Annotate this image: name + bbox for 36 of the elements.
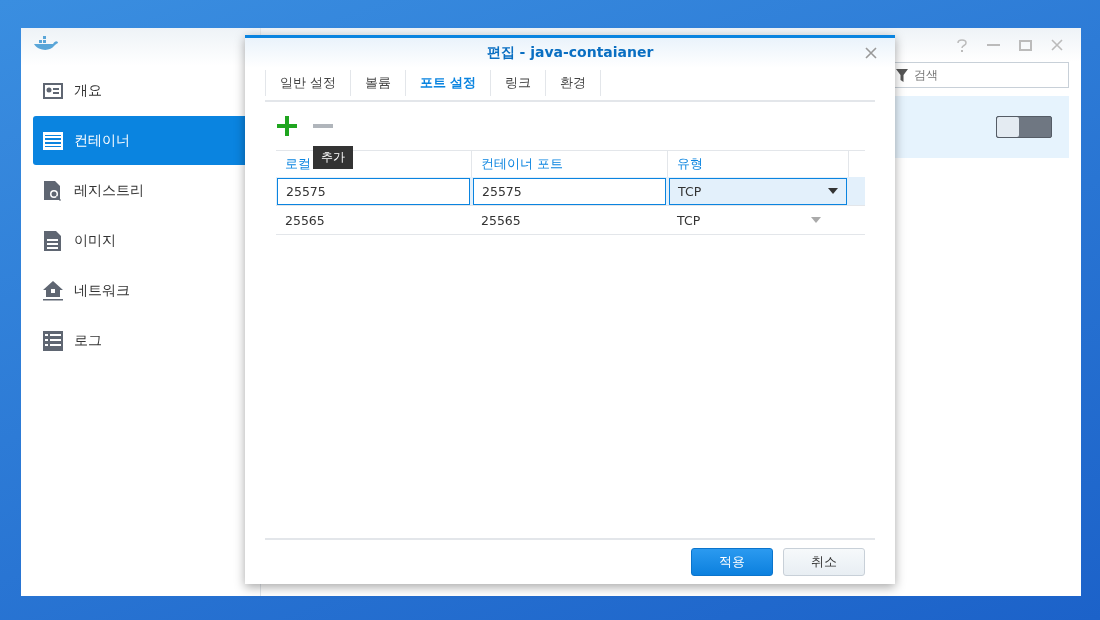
toggle-switch[interactable]	[996, 116, 1052, 138]
type-dropdown[interactable]: TCP	[669, 177, 847, 205]
port-field[interactable]: 25575	[277, 177, 470, 205]
tab[interactable]: 환경	[545, 70, 602, 96]
dialog-title: 편집 - java-contaianer	[486, 44, 654, 62]
table-cell: TCP	[677, 212, 701, 228]
sidebar-item[interactable]: 개요	[33, 66, 260, 115]
tab[interactable]: 포트 설정	[405, 70, 491, 96]
tab[interactable]: 일반 설정	[265, 70, 350, 96]
sidebar-item[interactable]: 레지스트리	[33, 166, 260, 215]
cancel-button[interactable]: 취소	[783, 548, 865, 576]
help-icon[interactable]	[956, 38, 968, 52]
sidebar-icon	[42, 179, 64, 202]
table-row[interactable]: 25565 25565 TCP	[276, 206, 865, 235]
caret-icon	[811, 217, 821, 223]
tab[interactable]: 볼륨	[350, 70, 405, 96]
sidebar-icon	[42, 129, 64, 152]
minimize-icon[interactable]	[987, 44, 1000, 46]
sidebar-item[interactable]: 로그	[33, 316, 260, 365]
sidebar-item[interactable]: 이미지	[33, 216, 260, 265]
sidebar-icon	[42, 329, 64, 352]
table-cell: 25565	[285, 212, 325, 228]
sidebar-item[interactable]: 네트워크	[33, 266, 260, 315]
sidebar-icon	[42, 229, 64, 252]
table-row[interactable]: 25575 25575 TCP	[276, 177, 865, 206]
add-icon[interactable]	[277, 116, 297, 136]
tooltip: 추가	[313, 146, 353, 169]
sidebar-icon	[42, 279, 64, 302]
close-icon[interactable]	[865, 47, 877, 59]
port-field[interactable]: 25575	[473, 177, 666, 205]
tab[interactable]: 링크	[490, 70, 546, 96]
whale-icon	[33, 36, 59, 52]
close-icon[interactable]	[1051, 39, 1063, 51]
maximize-icon[interactable]	[1019, 39, 1032, 51]
table-cell: 25565	[481, 212, 521, 228]
caret-icon	[828, 188, 838, 194]
